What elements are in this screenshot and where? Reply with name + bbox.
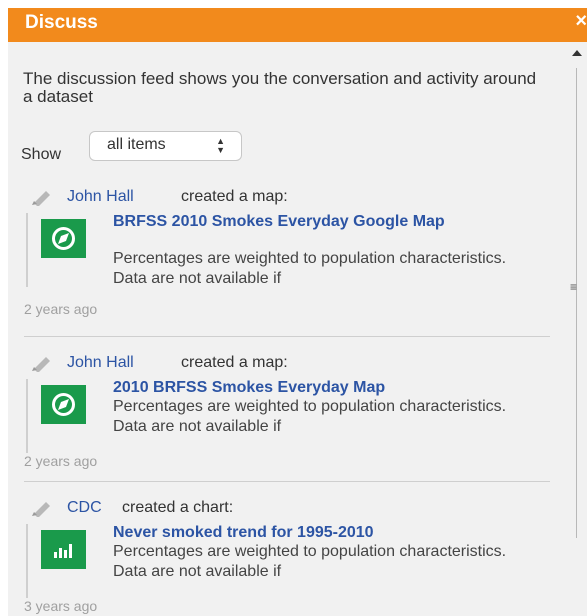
scrollbar[interactable]: ≡ <box>568 44 587 616</box>
pencil-icon <box>32 191 50 206</box>
scroll-grip-icon[interactable]: ≡ <box>570 280 577 294</box>
item-divider <box>24 336 550 337</box>
author-link[interactable]: CDC <box>67 499 102 517</box>
activity-action: created a map: <box>181 354 288 371</box>
feed-item-card: 2010 BRFSS Smokes Everyday Map Percentag… <box>26 379 548 453</box>
item-timestamp: 2 years ago <box>24 453 98 469</box>
item-description: Percentages are weighted to population c… <box>113 398 507 435</box>
pencil-icon <box>32 357 50 372</box>
scroll-track[interactable] <box>576 68 577 538</box>
scroll-up-arrow-icon[interactable] <box>572 50 582 56</box>
feed-item-card: Never smoked trend for 1995-2010 Percent… <box>26 524 548 598</box>
item-description: Percentages are weighted to population c… <box>113 543 507 580</box>
bar-chart-icon <box>41 530 86 569</box>
item-timestamp: 3 years ago <box>24 598 98 614</box>
feed-description: The discussion feed shows you the conver… <box>23 69 537 106</box>
pencil-icon <box>32 502 50 517</box>
author-link[interactable]: John Hall <box>67 188 134 206</box>
close-icon[interactable]: × <box>575 10 587 33</box>
author-link[interactable]: John Hall <box>67 354 134 372</box>
item-divider <box>24 481 550 482</box>
panel-header: Discuss × <box>8 8 587 42</box>
activity-action: created a chart: <box>122 499 234 516</box>
map-compass-icon <box>41 219 86 258</box>
show-filter-label: Show <box>21 146 62 163</box>
item-description: Percentages are weighted to population c… <box>113 250 507 287</box>
select-arrows-icon: ▲ ▼ <box>216 136 225 155</box>
item-title-link[interactable]: Never smoked trend for 1995-2010 <box>113 524 543 541</box>
item-timestamp: 2 years ago <box>24 301 98 317</box>
show-filter-value: all items <box>107 136 166 153</box>
map-compass-icon <box>41 385 86 424</box>
discuss-panel: Discuss × ≡ The discussion feed shows yo… <box>8 8 587 616</box>
panel-title: Discuss <box>25 12 98 33</box>
item-title-link[interactable]: 2010 BRFSS Smokes Everyday Map <box>113 379 543 396</box>
feed-item-card: BRFSS 2010 Smokes Everyday Google Map Pe… <box>26 213 548 287</box>
item-title-link[interactable]: BRFSS 2010 Smokes Everyday Google Map <box>113 213 543 230</box>
activity-action: created a map: <box>181 188 288 205</box>
show-filter-select[interactable]: all items ▲ ▼ <box>89 131 242 161</box>
